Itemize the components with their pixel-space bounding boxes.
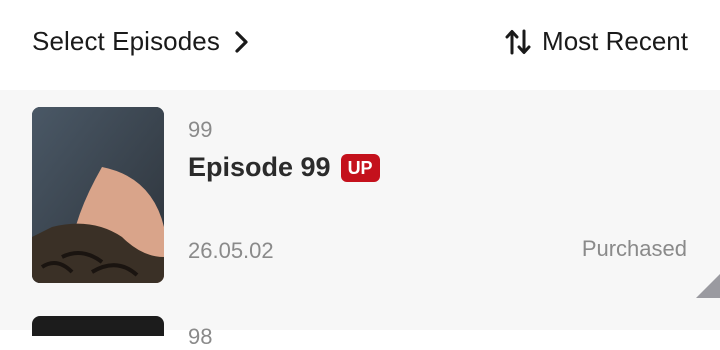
sort-label: Most Recent: [542, 26, 688, 56]
episode-list: 99 Episode 99 UP 26.05.02 Purchased 98: [0, 90, 720, 349]
episode-number: 99: [188, 117, 213, 142]
sort-arrows-icon: [505, 29, 531, 54]
episode-number: 98: [188, 324, 213, 349]
episode-list-header: Select Episodes Most Recent: [0, 0, 720, 90]
episode-row[interactable]: 99 Episode 99 UP 26.05.02 Purchased: [0, 90, 720, 300]
episode-thumbnail-art: [32, 107, 164, 283]
select-episodes-button[interactable]: Select Episodes: [32, 26, 252, 57]
select-episodes-label: Select Episodes: [32, 26, 220, 56]
episode-thumbnail: [32, 107, 164, 283]
episode-date: 26.05.02: [188, 238, 274, 263]
episode-title: Episode 99: [188, 152, 331, 182]
corner-fold-icon: [696, 274, 720, 298]
episode-status: Purchased: [581, 236, 687, 261]
episode-row[interactable]: 98: [0, 316, 720, 349]
episode-thumbnail: [32, 316, 164, 336]
chevron-right-icon: [235, 30, 248, 53]
episode-title-line: Episode 99 UP: [188, 152, 380, 183]
sort-button[interactable]: Most Recent: [504, 26, 688, 57]
up-badge: UP: [340, 153, 380, 182]
